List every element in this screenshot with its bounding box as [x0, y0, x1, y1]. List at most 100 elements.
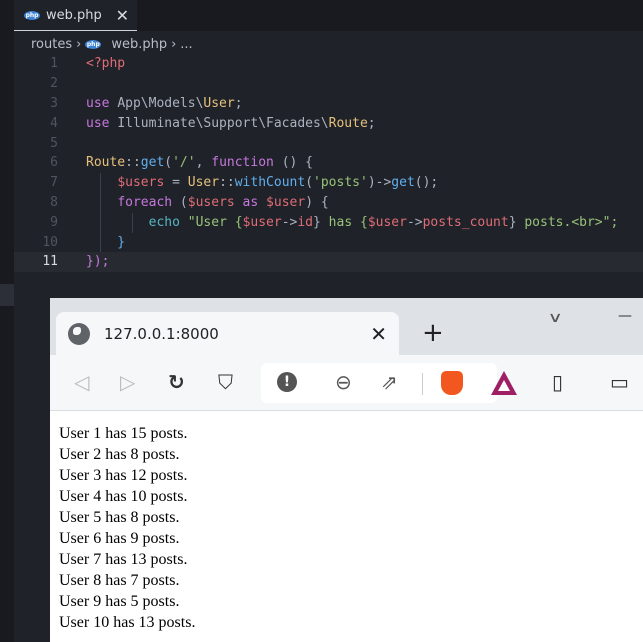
- code-token: withCount: [234, 175, 306, 191]
- code-token: <?php: [86, 56, 126, 72]
- browser-tab-strip: 127.0.0.1:8000 ✕ + ∨ —: [50, 298, 643, 355]
- code-line[interactable]: 1 <?php: [14, 54, 643, 74]
- output-line: User 5 has 8 posts.: [59, 509, 180, 526]
- breadcrumb: routes › php web.php › ...: [31, 35, 193, 53]
- line-number: 3: [50, 95, 58, 111]
- line-number: 2: [50, 76, 58, 92]
- code-token: as: [234, 194, 267, 210]
- output-line: User 4 has 10 posts.: [59, 488, 188, 505]
- close-tab-button[interactable]: ✕: [370, 322, 387, 346]
- php-file-icon: php: [24, 10, 40, 20]
- code-token: ) {: [305, 194, 329, 210]
- editor-tab-web-php[interactable]: php web.php ✕: [14, 0, 137, 31]
- code-token: use: [86, 115, 118, 131]
- breadcrumb-symbols[interactable]: ...: [180, 37, 192, 52]
- code-token: id: [297, 214, 314, 230]
- code-token: $user: [266, 194, 306, 210]
- code-token: () {: [273, 155, 314, 171]
- code-token: foreach: [117, 194, 173, 210]
- code-token: "User {: [179, 214, 243, 230]
- code-token: ::: [219, 175, 235, 191]
- code-text: }: [86, 235, 125, 250]
- code-token: use: [86, 95, 118, 111]
- wallet-icon[interactable]: ▭: [610, 369, 629, 395]
- share-icon[interactable]: ⇗: [381, 369, 398, 395]
- code-text: <?php: [86, 56, 125, 71]
- code-token: ;: [367, 115, 376, 131]
- breadcrumb-file[interactable]: web.php: [111, 37, 167, 52]
- output-line: User 8 has 7 posts.: [59, 572, 180, 589]
- code-text: use App\Models\User;: [86, 96, 243, 111]
- code-token: User: [203, 95, 235, 111]
- line-number: 7: [50, 175, 58, 191]
- breadcrumb-routes[interactable]: routes: [31, 37, 72, 52]
- address-bar[interactable]: ! ⊖ ⇗: [261, 363, 517, 403]
- code-line[interactable]: 6 Route::get('/', function () {: [14, 153, 643, 173]
- bookmark-icon[interactable]: ⛉: [218, 369, 233, 395]
- editor-tab-label: web.php: [46, 7, 102, 23]
- code-token: =: [164, 175, 188, 191]
- code-text: echo "User {$user->id} has {$user->posts…: [86, 214, 619, 230]
- code-token: }: [86, 234, 126, 250]
- code-token: has {: [320, 214, 368, 230]
- code-line[interactable]: 4 use Illuminate\Support\Facades\Route;: [14, 113, 643, 133]
- code-token: ();: [414, 175, 439, 191]
- browser-tab[interactable]: 127.0.0.1:8000 ✕: [56, 312, 399, 355]
- new-tab-button[interactable]: +: [422, 318, 444, 348]
- output-line: User 10 has 13 posts.: [59, 614, 196, 631]
- code-token: 'posts': [313, 175, 368, 191]
- code-line[interactable]: 11});: [14, 251, 643, 272]
- chevron-right-icon: ›: [76, 36, 82, 52]
- code-line[interactable]: 10 }: [14, 232, 643, 252]
- code-line[interactable]: 3 use App\Models\User;: [14, 94, 643, 114]
- globe-icon: [68, 322, 90, 345]
- line-number: 9: [50, 214, 58, 230]
- code-token: ::: [125, 155, 141, 171]
- back-icon[interactable]: ◁: [74, 369, 89, 395]
- code-token: }: [508, 214, 517, 230]
- code-token: get: [391, 175, 415, 191]
- code-token: $users: [187, 194, 235, 210]
- code-line[interactable]: 2: [14, 74, 643, 94]
- close-tab-icon[interactable]: ✕: [116, 6, 129, 25]
- code-line[interactable]: 7 $users = User::withCount('posts')->get…: [14, 173, 643, 193]
- code-token: App\Models\: [117, 95, 204, 111]
- zoom-out-icon[interactable]: ⊖: [335, 369, 352, 395]
- minimize-button[interactable]: —: [618, 308, 632, 324]
- output-line: User 1 has 15 posts.: [59, 425, 188, 442]
- code-token: function: [211, 155, 274, 171]
- code-line[interactable]: 5: [14, 133, 643, 153]
- code-token: Illuminate\Support\Facades\: [117, 115, 329, 131]
- code-token: (: [164, 155, 173, 171]
- code-token: ->: [281, 214, 298, 230]
- code-text: foreach ($users as $user) {: [86, 194, 329, 210]
- line-number: 10: [42, 234, 58, 250]
- line-number: 8: [50, 194, 58, 210]
- forward-icon[interactable]: ▷: [120, 369, 135, 395]
- code-line[interactable]: 8 foreach ($users as $user) {: [14, 193, 643, 213]
- line-number: 6: [50, 155, 58, 171]
- code-line[interactable]: 9 echo "User {$user->id} has {$user->pos…: [14, 212, 643, 232]
- tab-search-chevron-icon[interactable]: ∨: [547, 310, 562, 326]
- activity-bar-selection: [0, 284, 14, 306]
- code-token: ;: [234, 95, 243, 111]
- code-editor[interactable]: 1 <?php 2 3 use App\Models\User; 4 use Illumin…: [14, 54, 643, 272]
- brave-rewards-icon[interactable]: [491, 371, 517, 395]
- code-text: use Illuminate\Support\Facades\Route;: [86, 116, 376, 131]
- brave-shields-icon[interactable]: [441, 371, 463, 395]
- reload-icon[interactable]: ↻: [168, 369, 185, 395]
- code-text: });: [86, 254, 109, 269]
- code-token: '/': [172, 155, 196, 171]
- code-token: (: [172, 194, 188, 210]
- line-number: 11: [42, 254, 58, 270]
- line-number: 1: [50, 56, 58, 72]
- code-token: User: [187, 175, 220, 191]
- code-token: }: [313, 214, 321, 230]
- code-token: Route: [86, 155, 126, 171]
- sidebar-icon[interactable]: ▯: [552, 369, 563, 395]
- output-line: User 3 has 12 posts.: [59, 467, 188, 484]
- not-secure-icon[interactable]: !: [277, 372, 297, 392]
- activity-bar: [0, 0, 14, 642]
